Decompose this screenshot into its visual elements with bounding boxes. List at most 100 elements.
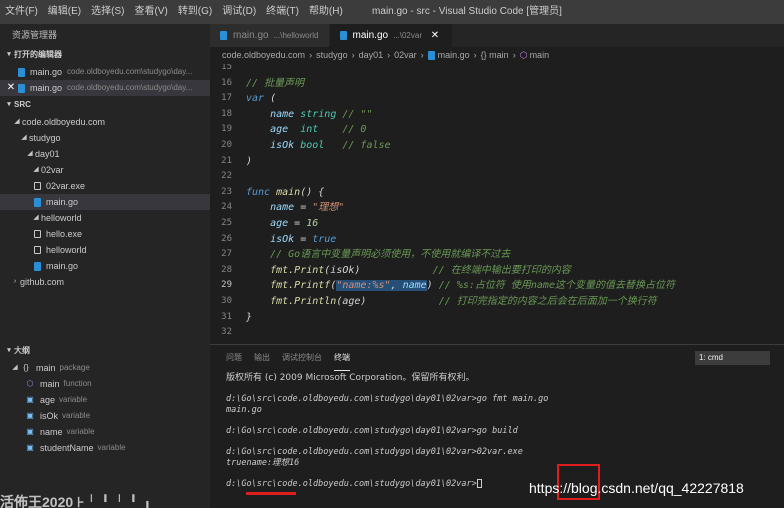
outline-item[interactable]: ◢ {} main package — [0, 360, 210, 376]
close-icon[interactable]: ✕ — [4, 80, 18, 96]
code-line: 17 var ( — [210, 91, 784, 107]
line-number: 23 — [221, 186, 232, 197]
tab-output[interactable]: 输出 — [254, 345, 270, 371]
folder-label: studygo — [29, 133, 61, 143]
menu-edit[interactable]: 编辑(E) — [43, 0, 86, 24]
menu-go[interactable]: 转到(G) — [173, 0, 217, 24]
explorer-header: 资源管理器 — [12, 30, 58, 40]
folder-label: github.com — [20, 277, 65, 287]
file-label: helloworld — [46, 245, 87, 255]
tree-file[interactable]: 02var.exe — [0, 178, 210, 194]
tree-file[interactable]: hello.exe — [0, 226, 210, 242]
go-file-icon — [220, 31, 227, 40]
menu-view[interactable]: 查看(V) — [129, 0, 172, 24]
tab-terminal[interactable]: 终端 — [334, 345, 350, 371]
open-editor-name: main.go — [30, 83, 63, 93]
breadcrumb-item[interactable]: 02var — [394, 47, 417, 64]
open-editor-path: code.oldboyedu.com\studygo\day... — [67, 83, 193, 92]
menu-file[interactable]: 文件(F) — [0, 0, 43, 24]
menu-terminal[interactable]: 终端(T) — [261, 0, 304, 24]
outline-item[interactable]: ▣ name variable — [0, 424, 210, 440]
title-bar: 文件(F) 编辑(E) 选择(S) 查看(V) 转到(G) 调试(D) 终端(T… — [0, 0, 784, 24]
line-number: 15 — [221, 64, 232, 72]
terminal-line: 版权所有 (c) 2009 Microsoft Corporation。保留所有… — [226, 373, 475, 383]
outline-name: age — [40, 395, 56, 405]
tree-file[interactable]: main.go — [0, 258, 210, 274]
line-text: // Go语言中变量声明必须使用，不使用就编译不过去 — [246, 247, 510, 263]
chevron-right-icon: › — [309, 50, 313, 60]
code-line: 31} — [210, 310, 784, 326]
code-editor[interactable]: 15 16 // 批量声明 17 var ( 18 name string // "… — [210, 64, 784, 344]
line-number: 17 — [221, 93, 232, 104]
tree-file-active[interactable]: main.go — [0, 194, 210, 210]
call: fmt.Print — [270, 264, 325, 276]
tree-folder[interactable]: › github.com — [0, 274, 210, 290]
code-line: 19 age int // 0 — [210, 122, 784, 138]
open-editor-item-active[interactable]: ✕ main.go code.oldboyedu.com\studygo\day… — [0, 80, 210, 96]
tab-main-helloworld[interactable]: main.go ...\helloworld — [210, 24, 330, 47]
open-editors-label: 打开的编辑器 — [14, 50, 62, 59]
breadcrumb-item[interactable]: {} main — [481, 47, 509, 64]
src-section[interactable]: ▾ SRC — [0, 96, 210, 114]
tree-folder[interactable]: ◢ helloworld — [0, 210, 210, 226]
breadcrumb-item[interactable]: code.oldboyedu.com — [222, 47, 305, 64]
variable-icon: ▣ — [26, 411, 34, 420]
tree-file[interactable]: helloworld — [0, 242, 210, 258]
folder-label: code.oldboyedu.com — [22, 117, 106, 127]
outline-item[interactable]: ⬡ main function — [0, 376, 210, 392]
open-editor-path: code.oldboyedu.com\studygo\day... — [67, 67, 193, 76]
breadcrumb-item[interactable]: studygo — [316, 47, 348, 64]
outline-name: name — [40, 427, 63, 437]
line-text: } — [246, 310, 252, 326]
tree-folder[interactable]: ◢ studygo — [0, 130, 210, 146]
code-line: 32 — [210, 325, 784, 341]
operator: = — [294, 233, 313, 245]
keyword: func — [246, 186, 271, 198]
outline-item[interactable]: ▣ isOk variable — [0, 408, 210, 424]
close-icon[interactable]: ✕ — [428, 30, 442, 41]
chevron-right-icon: › — [387, 50, 391, 60]
open-editor-name: main.go — [30, 67, 63, 77]
window-title: main.go - src - Visual Studio Code [管理员] — [372, 6, 562, 17]
breadcrumb-item[interactable]: day01 — [359, 47, 384, 64]
menu-debug[interactable]: 调试(D) — [217, 0, 261, 24]
selection: "name:%s", name — [336, 280, 427, 292]
line-text: name = "理想" — [246, 200, 344, 216]
tree-folder[interactable]: ◢ code.oldboyedu.com — [0, 114, 210, 130]
line-text: func main() { — [246, 185, 324, 201]
go-file-icon — [34, 197, 41, 207]
open-editor-item[interactable]: main.go code.oldboyedu.com\studygo\day..… — [0, 64, 210, 80]
line-number: 28 — [221, 264, 232, 275]
outline-section[interactable]: ▾ 大纲 — [0, 342, 210, 360]
terminal-line: d:\Go\src\code.oldboyedu.com\studygo\day… — [226, 394, 549, 405]
line-text: name string // "" — [246, 107, 372, 123]
breadcrumb-item[interactable]: main — [530, 47, 550, 64]
outline-item[interactable]: ▣ studentName variable — [0, 440, 210, 456]
outline-item[interactable]: ▣ age variable — [0, 392, 210, 408]
menu-help[interactable]: 帮助(H) — [304, 0, 348, 24]
tab-label: main.go — [352, 30, 389, 41]
annotation-underline — [246, 492, 296, 495]
string: "理想" — [312, 202, 345, 214]
type: int — [300, 124, 319, 136]
explorer-sidebar: 资源管理器 ▾ 打开的编辑器 main.go code.oldboyedu.co… — [0, 24, 210, 508]
identifier: age — [270, 217, 289, 229]
code-line: 25 age = 16 — [210, 216, 784, 232]
tree-folder[interactable]: ◢ day01 — [0, 146, 210, 162]
tab-main-02var[interactable]: main.go ...\02var ✕ — [329, 24, 453, 47]
tab-debug-console[interactable]: 调试控制台 — [282, 345, 322, 371]
tab-label: main.go — [233, 30, 269, 41]
menu-selection[interactable]: 选择(S) — [86, 0, 129, 24]
file-icon — [34, 182, 41, 190]
breadcrumb-item[interactable]: main.go — [438, 47, 470, 64]
tab-problems[interactable]: 问题 — [226, 345, 242, 371]
comment: // Go语言中变量声明必须使用，不使用就编译不过去 — [270, 249, 511, 261]
terminal-select[interactable]: 1: cmd — [695, 351, 770, 365]
tree-folder[interactable]: ◢ 02var — [0, 162, 210, 178]
punct: ) — [426, 280, 433, 292]
open-editors-section[interactable]: ▾ 打开的编辑器 — [0, 46, 210, 64]
terminal-output[interactable]: 版权所有 (c) 2009 Microsoft Corporation。保留所有… — [226, 373, 776, 490]
